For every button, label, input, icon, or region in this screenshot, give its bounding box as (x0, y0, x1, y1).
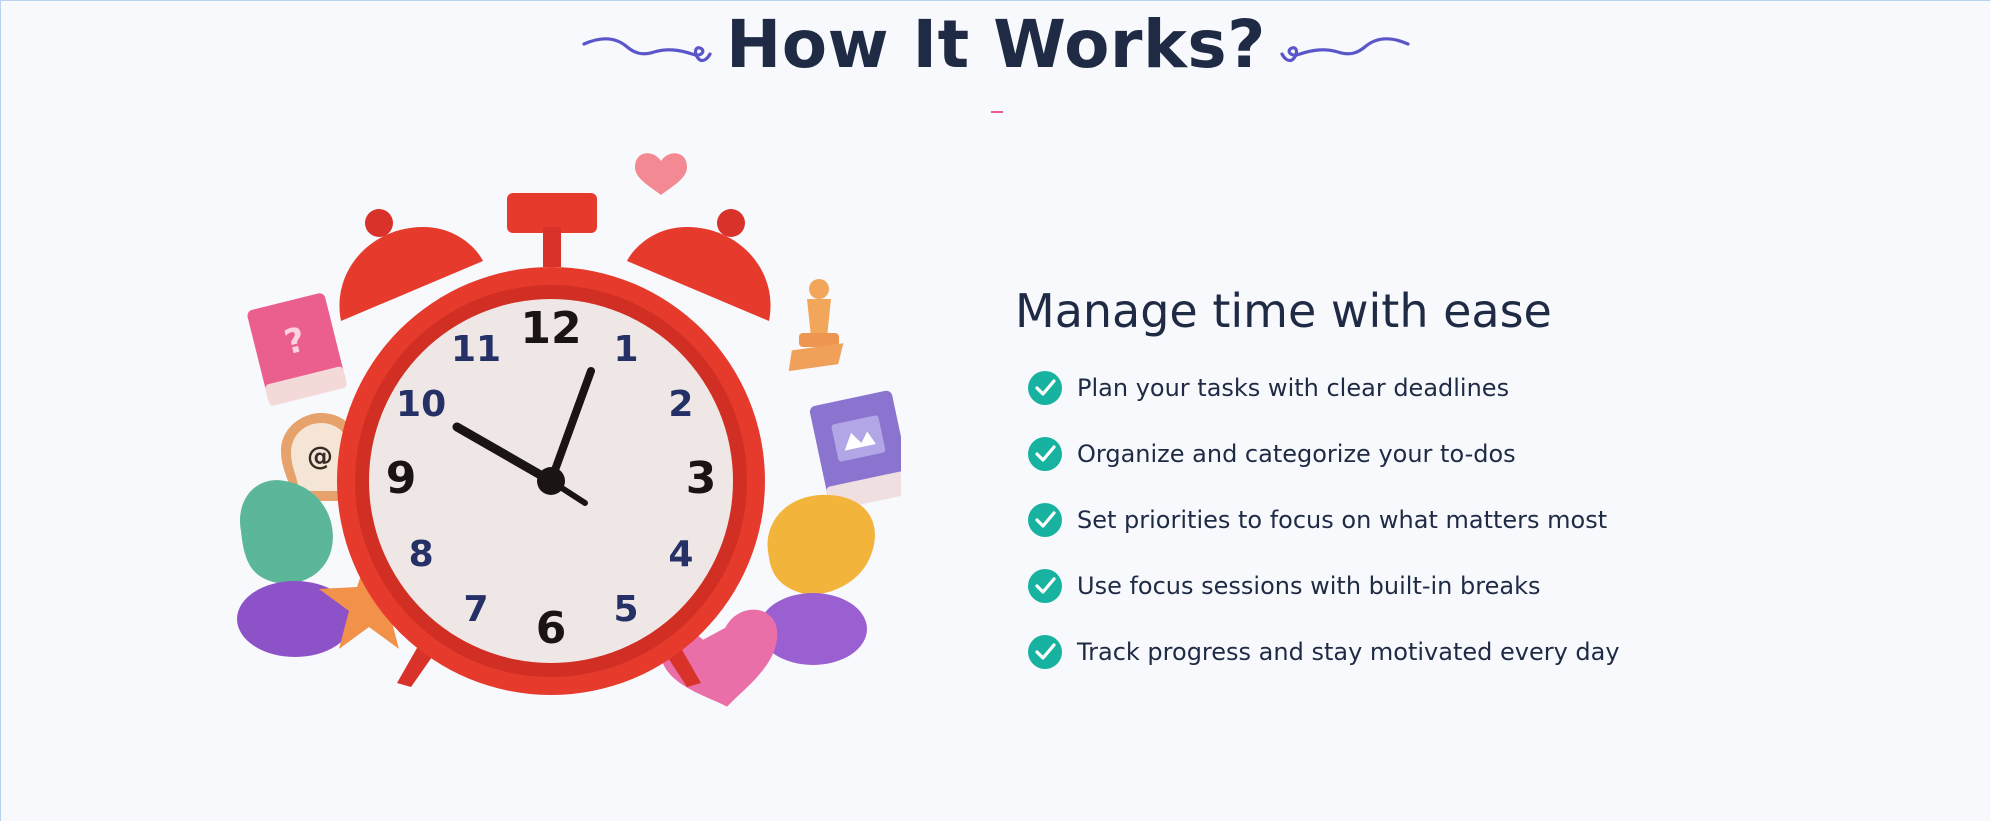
feature-text: Organize and categorize your to-dos (1077, 440, 1516, 468)
question-card-icon: ? (247, 293, 347, 406)
clock-number: 4 (668, 534, 693, 575)
clock-number: 10 (396, 384, 446, 425)
feature-text: Track progress and stay motivated every … (1077, 638, 1620, 666)
list-item: Organize and categorize your to-dos (1015, 421, 1815, 487)
purple-card-icon (809, 390, 901, 511)
section-header: How It Works? (1, 1, 1990, 121)
heart-icon (635, 153, 687, 195)
clock-number: 8 (409, 534, 434, 575)
feature-text: Plan your tasks with clear deadlines (1077, 374, 1510, 402)
title-row: How It Works? (1, 7, 1990, 83)
clock-number: 2 (668, 384, 693, 425)
title-underline (991, 111, 1003, 113)
chess-piece-icon (788, 279, 844, 372)
page-title: How It Works? (726, 6, 1266, 83)
clock-number: 12 (520, 303, 581, 354)
swirl-left-icon (582, 37, 712, 63)
yellow-blob-icon (767, 494, 875, 595)
feature-panel: Manage time with ease Plan your tasks wi… (1015, 281, 1815, 685)
check-circle-icon (1028, 371, 1062, 405)
list-item: Track progress and stay motivated every … (1015, 619, 1815, 685)
alarm-clock-illustration: ? @ 12 12 3 45 6 7891011 (237, 153, 901, 707)
check-circle-icon (1028, 635, 1062, 669)
feature-heading: Manage time with ease (1015, 284, 1552, 338)
clock-number: 1 (613, 329, 638, 370)
list-item: Plan your tasks with clear deadlines (1015, 355, 1815, 421)
swirl-right-icon (1280, 37, 1410, 63)
check-circle-icon (1028, 569, 1062, 603)
clock-number: 3 (686, 453, 717, 504)
svg-text:@: @ (307, 442, 333, 472)
list-item: Set priorities to focus on what matters … (1015, 487, 1815, 553)
feature-text: Set priorities to focus on what matters … (1077, 506, 1608, 534)
list-item: Use focus sessions with built-in breaks (1015, 553, 1815, 619)
clock-center-pin (537, 467, 565, 495)
feature-list: Plan your tasks with clear deadlines Org… (1015, 355, 1815, 685)
clock-number: 6 (536, 603, 567, 654)
check-circle-icon (1028, 437, 1062, 471)
clock-number: 9 (386, 453, 417, 504)
clock-number: 11 (451, 329, 501, 370)
clock-number: 7 (463, 589, 488, 630)
check-circle-icon (1028, 503, 1062, 537)
clock-number: 5 (613, 589, 638, 630)
feature-text: Use focus sessions with built-in breaks (1077, 572, 1541, 600)
